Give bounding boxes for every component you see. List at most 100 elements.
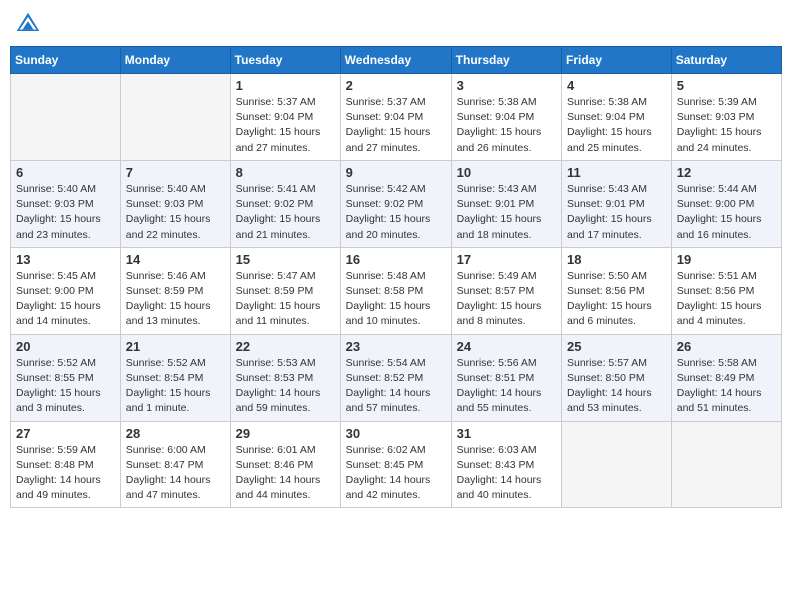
day-number: 29 — [236, 426, 335, 441]
calendar-cell: 23 Sunrise: 5:54 AMSunset: 8:52 PMDayligh… — [340, 334, 451, 421]
day-number: 4 — [567, 78, 666, 93]
calendar-cell: 11 Sunrise: 5:43 AMSunset: 9:01 PMDayligh… — [562, 160, 672, 247]
calendar-cell — [120, 74, 230, 161]
day-info: Sunrise: 5:49 AMSunset: 8:57 PMDaylight:… — [457, 269, 556, 330]
calendar-cell: 31Sunrise: 6:03 AMSunset: 8:43 PMDayligh… — [451, 421, 561, 508]
day-number: 1 — [236, 78, 335, 93]
day-number: 9 — [346, 165, 446, 180]
day-info: Sunrise: 5:51 AMSunset: 8:56 PMDaylight:… — [677, 269, 776, 330]
calendar-cell: 24 Sunrise: 5:56 AMSunset: 8:51 PMDayligh… — [451, 334, 561, 421]
day-number: 8 — [236, 165, 335, 180]
day-info: Sunrise: 6:01 AMSunset: 8:46 PMDaylight:… — [236, 443, 335, 504]
day-number: 2 — [346, 78, 446, 93]
day-info: Sunrise: 5:39 AMSunset: 9:03 PMDaylight:… — [677, 95, 776, 156]
calendar-cell: 10 Sunrise: 5:43 AMSunset: 9:01 PMDayligh… — [451, 160, 561, 247]
logo-icon — [14, 10, 42, 38]
calendar-week-row: 1 Sunrise: 5:37 AMSunset: 9:04 PMDaylight… — [11, 74, 782, 161]
calendar-cell: 8Sunrise: 5:41 AMSunset: 9:02 PMDaylight… — [230, 160, 340, 247]
day-number: 5 — [677, 78, 776, 93]
day-info: Sunrise: 5:56 AMSunset: 8:51 PMDaylight:… — [457, 356, 556, 417]
calendar-cell: 17 Sunrise: 5:49 AMSunset: 8:57 PMDayligh… — [451, 247, 561, 334]
day-number: 23 — [346, 339, 446, 354]
day-number: 15 — [236, 252, 335, 267]
day-info: Sunrise: 5:50 AMSunset: 8:56 PMDaylight:… — [567, 269, 666, 330]
calendar-cell: 22 Sunrise: 5:53 AMSunset: 8:53 PMDayligh… — [230, 334, 340, 421]
day-info: Sunrise: 5:45 AMSunset: 9:00 PMDaylight:… — [16, 269, 115, 330]
calendar-cell: 30 Sunrise: 6:02 AMSunset: 8:45 PMDayligh… — [340, 421, 451, 508]
calendar-cell: 1 Sunrise: 5:37 AMSunset: 9:04 PMDaylight… — [230, 74, 340, 161]
calendar-cell: 4 Sunrise: 5:38 AMSunset: 9:04 PMDaylight… — [562, 74, 672, 161]
day-number: 11 — [567, 165, 666, 180]
day-info: Sunrise: 5:37 AMSunset: 9:04 PMDaylight:… — [236, 95, 335, 156]
calendar-cell: 15 Sunrise: 5:47 AMSunset: 8:59 PMDayligh… — [230, 247, 340, 334]
day-number: 3 — [457, 78, 556, 93]
day-number: 28 — [126, 426, 225, 441]
day-number: 16 — [346, 252, 446, 267]
day-number: 24 — [457, 339, 556, 354]
calendar-cell: 26 Sunrise: 5:58 AMSunset: 8:49 PMDayligh… — [671, 334, 781, 421]
calendar-cell — [562, 421, 672, 508]
calendar-header-thursday: Thursday — [451, 47, 561, 74]
page-header — [10, 10, 782, 38]
day-info: Sunrise: 5:43 AMSunset: 9:01 PMDaylight:… — [457, 182, 556, 243]
day-info: Sunrise: 6:02 AMSunset: 8:45 PMDaylight:… — [346, 443, 446, 504]
calendar-cell: 6Sunrise: 5:40 AMSunset: 9:03 PMDaylight… — [11, 160, 121, 247]
calendar-cell: 18Sunrise: 5:50 AMSunset: 8:56 PMDayligh… — [562, 247, 672, 334]
day-number: 10 — [457, 165, 556, 180]
calendar-cell — [671, 421, 781, 508]
calendar-header-saturday: Saturday — [671, 47, 781, 74]
calendar-header-row: SundayMondayTuesdayWednesdayThursdayFrid… — [11, 47, 782, 74]
day-info: Sunrise: 5:38 AMSunset: 9:04 PMDaylight:… — [567, 95, 666, 156]
day-number: 6 — [16, 165, 115, 180]
calendar-cell: 29 Sunrise: 6:01 AMSunset: 8:46 PMDayligh… — [230, 421, 340, 508]
calendar-week-row: 13 Sunrise: 5:45 AMSunset: 9:00 PMDayligh… — [11, 247, 782, 334]
calendar-cell: 16 Sunrise: 5:48 AMSunset: 8:58 PMDayligh… — [340, 247, 451, 334]
calendar-cell: 7 Sunrise: 5:40 AMSunset: 9:03 PMDaylight… — [120, 160, 230, 247]
day-info: Sunrise: 5:38 AMSunset: 9:04 PMDaylight:… — [457, 95, 556, 156]
calendar-header-wednesday: Wednesday — [340, 47, 451, 74]
day-info: Sunrise: 5:46 AMSunset: 8:59 PMDaylight:… — [126, 269, 225, 330]
calendar-cell: 28Sunrise: 6:00 AMSunset: 8:47 PMDayligh… — [120, 421, 230, 508]
calendar-cell: 3 Sunrise: 5:38 AMSunset: 9:04 PMDaylight… — [451, 74, 561, 161]
logo — [14, 10, 44, 38]
calendar-cell: 20Sunrise: 5:52 AMSunset: 8:55 PMDayligh… — [11, 334, 121, 421]
calendar: SundayMondayTuesdayWednesdayThursdayFrid… — [10, 46, 782, 508]
calendar-week-row: 27Sunrise: 5:59 AMSunset: 8:48 PMDayligh… — [11, 421, 782, 508]
day-info: Sunrise: 5:54 AMSunset: 8:52 PMDaylight:… — [346, 356, 446, 417]
calendar-header-tuesday: Tuesday — [230, 47, 340, 74]
day-info: Sunrise: 5:42 AMSunset: 9:02 PMDaylight:… — [346, 182, 446, 243]
calendar-header-monday: Monday — [120, 47, 230, 74]
day-number: 13 — [16, 252, 115, 267]
day-number: 12 — [677, 165, 776, 180]
day-number: 7 — [126, 165, 225, 180]
day-number: 25 — [567, 339, 666, 354]
calendar-week-row: 6 Sunrise: 5:40 AMSunset: 9:03 PMDaylight… — [11, 160, 782, 247]
day-info: Sunrise: 5:58 AMSunset: 8:49 PMDaylight:… — [677, 356, 776, 417]
day-info: Sunrise: 5:53 AMSunset: 8:53 PMDaylight:… — [236, 356, 335, 417]
day-info: Sunrise: 5:44 AMSunset: 9:00 PMDaylight:… — [677, 182, 776, 243]
day-number: 26 — [677, 339, 776, 354]
day-info: Sunrise: 5:52 AMSunset: 8:54 PMDaylight:… — [126, 356, 225, 417]
day-number: 27 — [16, 426, 115, 441]
day-info: Sunrise: 5:43 AMSunset: 9:01 PMDaylight:… — [567, 182, 666, 243]
day-info: Sunrise: 5:57 AMSunset: 8:50 PMDaylight:… — [567, 356, 666, 417]
day-info: Sunrise: 5:47 AMSunset: 8:59 PMDaylight:… — [236, 269, 335, 330]
calendar-cell: 13 Sunrise: 5:45 AMSunset: 9:00 PMDayligh… — [11, 247, 121, 334]
day-info: Sunrise: 6:03 AMSunset: 8:43 PMDaylight:… — [457, 443, 556, 504]
calendar-cell: 27Sunrise: 5:59 AMSunset: 8:48 PMDayligh… — [11, 421, 121, 508]
day-number: 14 — [126, 252, 225, 267]
day-info: Sunrise: 5:40 AMSunset: 9:03 PMDaylight:… — [126, 182, 225, 243]
calendar-header-friday: Friday — [562, 47, 672, 74]
calendar-header-sunday: Sunday — [11, 47, 121, 74]
calendar-cell: 19 Sunrise: 5:51 AMSunset: 8:56 PMDayligh… — [671, 247, 781, 334]
day-info: Sunrise: 5:48 AMSunset: 8:58 PMDaylight:… — [346, 269, 446, 330]
calendar-cell: 21 Sunrise: 5:52 AMSunset: 8:54 PMDayligh… — [120, 334, 230, 421]
calendar-cell: 9 Sunrise: 5:42 AMSunset: 9:02 PMDaylight… — [340, 160, 451, 247]
calendar-week-row: 20Sunrise: 5:52 AMSunset: 8:55 PMDayligh… — [11, 334, 782, 421]
calendar-cell: 2Sunrise: 5:37 AMSunset: 9:04 PMDaylight… — [340, 74, 451, 161]
day-number: 30 — [346, 426, 446, 441]
day-number: 17 — [457, 252, 556, 267]
day-number: 19 — [677, 252, 776, 267]
day-number: 21 — [126, 339, 225, 354]
day-number: 22 — [236, 339, 335, 354]
